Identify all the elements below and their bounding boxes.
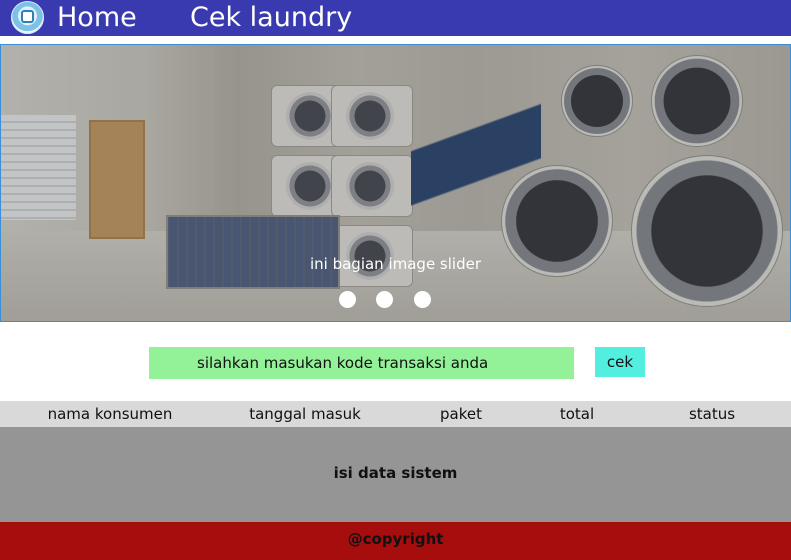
nav-home-link[interactable]: Home <box>57 1 137 35</box>
slider-dot-3[interactable] <box>414 291 431 308</box>
nav-cek-laundry-link[interactable]: Cek laundry <box>190 1 352 35</box>
column-header-status: status <box>688 405 736 423</box>
column-header-total: total <box>559 405 595 423</box>
table-body: isi data sistem <box>0 427 791 522</box>
footer: @copyright <box>0 522 791 560</box>
column-header-tanggal-masuk: tanggal masuk <box>249 405 361 423</box>
cek-button[interactable]: cek <box>595 347 645 377</box>
column-header-nama-konsumen: nama konsumen <box>47 405 173 423</box>
copyright-text: @copyright <box>347 530 444 548</box>
slider-dot-1[interactable] <box>339 291 356 308</box>
table-header: nama konsumen tanggal masuk paket total … <box>0 401 791 427</box>
slider-caption: ini bagian image slider <box>309 255 482 273</box>
table-body-text: isi data sistem <box>333 464 458 482</box>
transaction-code-input[interactable] <box>149 347 574 379</box>
image-slider: ini bagian image slider <box>0 44 791 322</box>
top-navbar: Home Cek laundry <box>0 0 791 36</box>
column-header-paket: paket <box>440 405 482 423</box>
laundry-logo-icon[interactable] <box>11 1 44 34</box>
slider-dot-2[interactable] <box>376 291 393 308</box>
